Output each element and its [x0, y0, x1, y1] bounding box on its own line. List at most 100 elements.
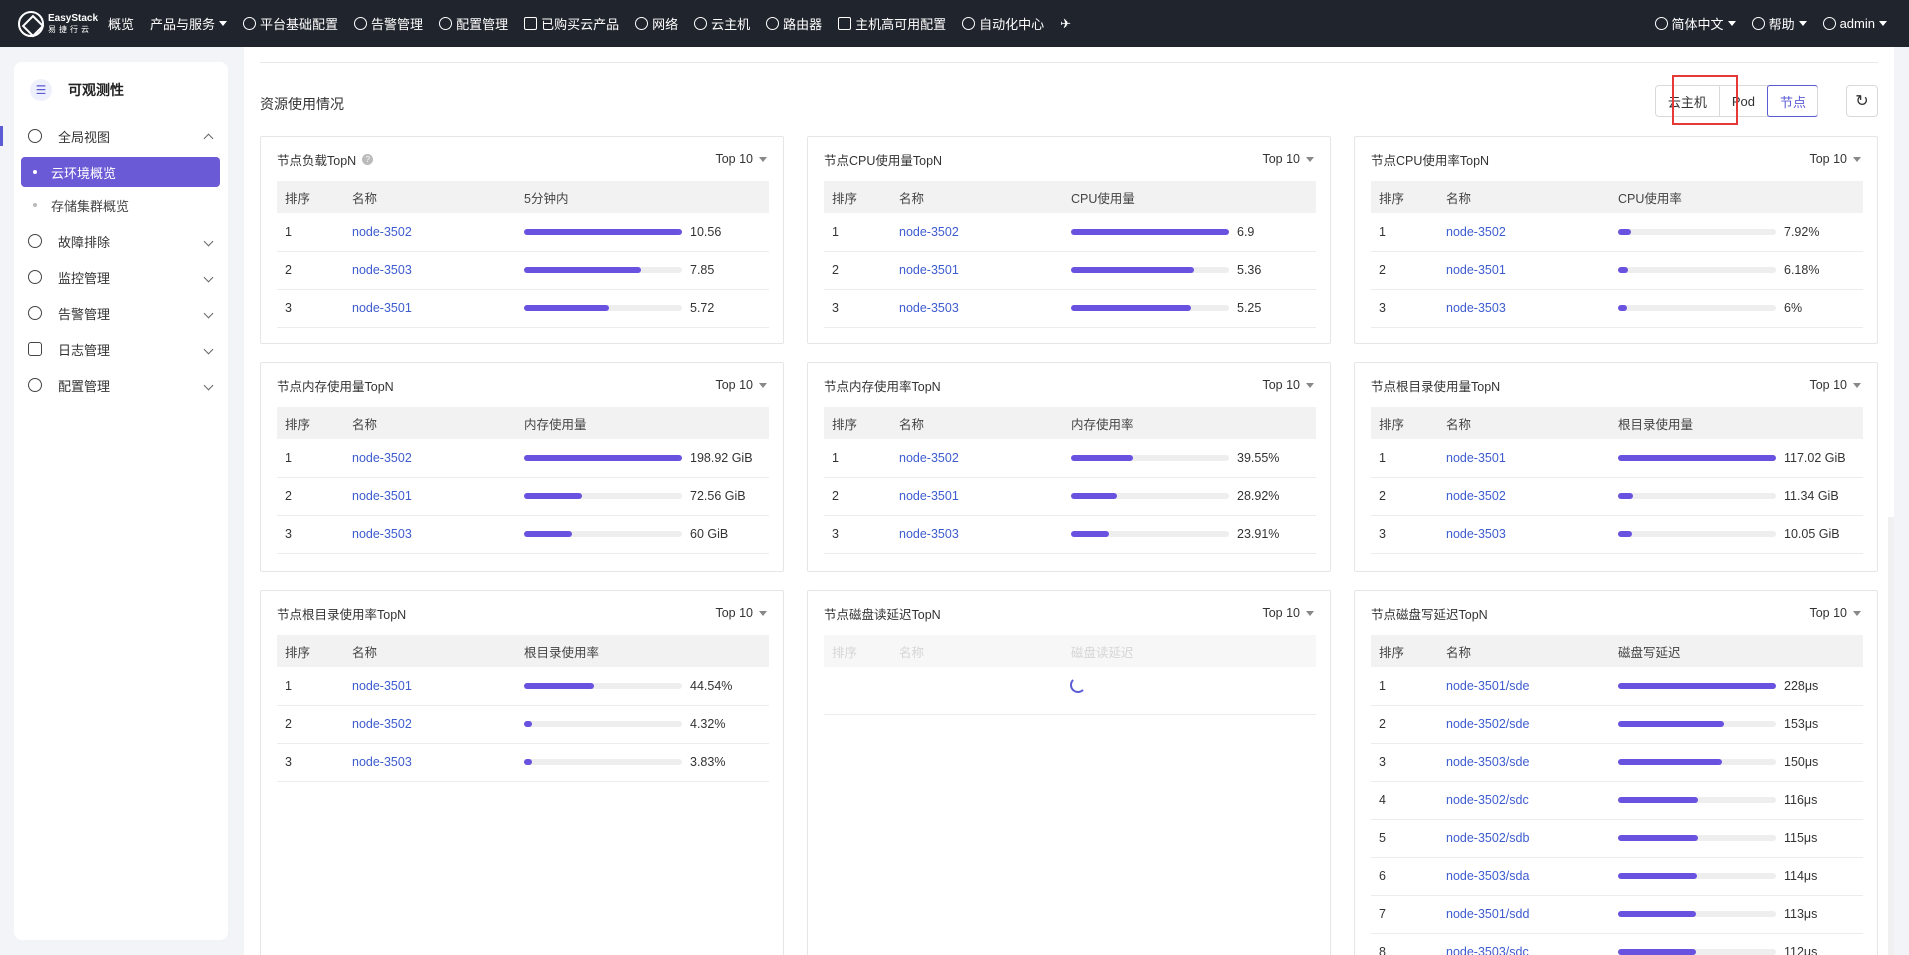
nav-item-0[interactable]: 概览 [100, 0, 142, 47]
gear-icon [243, 17, 257, 30]
node-link[interactable]: node-3503 [899, 289, 1071, 328]
easystack-logo[interactable]: EasyStack 易捷行云 [18, 10, 100, 37]
usage-bar-track [1618, 949, 1776, 955]
nav-item-8[interactable]: 路由器 [758, 0, 830, 47]
user-menu[interactable]: admin [1815, 16, 1895, 31]
sidebar-group-3[interactable]: 告警管理 [14, 295, 228, 331]
bullet-icon [33, 170, 37, 174]
nav-item-9[interactable]: 主机高可用配置 [830, 0, 954, 47]
top-n-select[interactable]: Top 10 [715, 152, 767, 166]
topn-table: 排序 名称 内存使用率 1 node-3502 39.55% 2 node-3501 28.92… [824, 407, 1316, 554]
sidebar-group-label: 故障排除 [58, 234, 111, 250]
node-link[interactable]: node-3502 [352, 213, 524, 252]
usage-bar-fill [1071, 267, 1195, 273]
table-row: 3 node-3503 3.83% [277, 743, 769, 782]
nav-item-2[interactable]: 平台基础配置 [235, 0, 346, 47]
node-link[interactable]: node-3501 [1446, 251, 1618, 290]
usage-cell: 112μs [1618, 933, 1863, 955]
sidebar-group-1[interactable]: 故障排除 [14, 223, 228, 259]
top-n-select[interactable]: Top 10 [715, 606, 767, 620]
node-link[interactable]: node-3501 [352, 477, 524, 516]
node-link[interactable]: node-3502 [1446, 477, 1618, 516]
node-link[interactable]: node-3502 [352, 439, 524, 478]
node-link[interactable]: node-3502/sdc [1446, 781, 1618, 820]
refresh-button[interactable]: ↻ [1846, 85, 1878, 117]
nav-item-10[interactable]: 自动化中心 [954, 0, 1052, 47]
node-link[interactable]: node-3503 [352, 743, 524, 782]
usage-bar: 10.56 [524, 225, 769, 239]
node-link[interactable]: node-3502 [899, 439, 1071, 478]
nav-item-5[interactable]: 已购买云产品 [516, 0, 627, 47]
usage-bar-fill [1071, 305, 1192, 311]
node-link[interactable]: node-3501 [1446, 439, 1618, 478]
nav-item-6[interactable]: 网络 [627, 0, 686, 47]
node-link[interactable]: node-3501 [899, 251, 1071, 290]
automation-icon [962, 17, 976, 30]
nav-item-4[interactable]: 配置管理 [431, 0, 516, 47]
table-header-row: 排序 名称 内存使用率 [824, 407, 1316, 439]
top-n-select[interactable]: Top 10 [1262, 152, 1314, 166]
node-link[interactable]: node-3501 [352, 289, 524, 328]
sidebar-group-0[interactable]: 全局视图 [0, 118, 228, 154]
usage-bar-fill [1618, 873, 1697, 879]
node-link[interactable]: node-3503 [1446, 289, 1618, 328]
node-link[interactable]: node-3503 [1446, 515, 1618, 554]
nav-label: 告警管理 [371, 17, 424, 32]
top-n-select[interactable]: Top 10 [1809, 152, 1861, 166]
node-link[interactable]: node-3503/sdc [1446, 933, 1618, 955]
node-link[interactable]: node-3502/sdb [1446, 819, 1618, 858]
sidebar-group-5[interactable]: 配置管理 [14, 367, 228, 403]
node-link[interactable]: node-3503/sda [1446, 857, 1618, 896]
table-row: 1 node-3501/sde 228μs [1371, 667, 1863, 706]
node-link[interactable]: node-3502 [899, 213, 1071, 252]
sidebar-item-0-0[interactable]: 云环境概览 [21, 157, 220, 187]
usage-bar-fill [1618, 721, 1725, 727]
card-title: 节点内存使用率TopN [824, 379, 941, 394]
top-n-select[interactable]: Top 10 [715, 378, 767, 392]
nav-item-1[interactable]: 产品与服务 [142, 0, 235, 47]
node-link[interactable]: node-3503/sde [1446, 743, 1618, 782]
usage-bar-fill [1618, 493, 1634, 499]
usage-value: 39.55% [1237, 450, 1280, 465]
top-navigation-bar: EasyStack 易捷行云 概览 产品与服务 平台基础配置 告警管理 配置管理 已购买云… [0, 0, 1909, 47]
column-header: 名称 [1446, 181, 1618, 213]
top-n-select[interactable]: Top 10 [1262, 606, 1314, 620]
usage-value: 228μs [1784, 678, 1819, 693]
help-menu[interactable]: 帮助 [1744, 14, 1815, 33]
top-n-select[interactable]: Top 10 [1809, 378, 1861, 392]
chevron-down-icon [759, 156, 767, 162]
node-link[interactable]: node-3501 [352, 667, 524, 706]
segment-2[interactable]: 节点 [1766, 85, 1818, 117]
column-header: 名称 [899, 181, 1071, 213]
node-link[interactable]: node-3501/sdd [1446, 895, 1618, 934]
node-link[interactable]: node-3503 [352, 251, 524, 290]
language-selector[interactable]: 简体中文 [1647, 14, 1744, 33]
sidebar-item-0-1[interactable]: 存储集群概览 [21, 190, 220, 220]
nav-item-7[interactable]: 云主机 [686, 0, 758, 47]
usage-bar: 23.91% [1071, 527, 1316, 541]
usage-cell: 6% [1618, 289, 1863, 328]
top-n-select[interactable]: Top 10 [1809, 606, 1861, 620]
usage-value: 28.92% [1237, 489, 1280, 503]
sidebar-group-label: 告警管理 [58, 306, 111, 322]
node-link[interactable]: node-3503 [899, 515, 1071, 554]
node-link[interactable]: node-3501 [899, 477, 1071, 516]
help-icon[interactable]: ? [362, 153, 374, 165]
sidebar-group-4[interactable]: 日志管理 [14, 331, 228, 367]
table-header-row: 排序 名称 磁盘读延迟 [824, 635, 1316, 667]
column-header: 排序 [824, 407, 899, 439]
node-link[interactable]: node-3502 [352, 705, 524, 744]
pin-icon[interactable]: ✈ [1052, 0, 1079, 47]
node-link[interactable]: node-3501/sde [1446, 667, 1618, 706]
topn-card: 节点根目录使用率TopN Top 10 排序 名称 根目录使用率 1 node-3501 44… [260, 590, 784, 955]
scrollbar[interactable] [1888, 517, 1894, 955]
node-link[interactable]: node-3503 [352, 515, 524, 554]
top-n-select[interactable]: Top 10 [1262, 378, 1314, 392]
sidebar-group-2[interactable]: 监控管理 [14, 259, 228, 295]
usage-cell: 11.34 GiB [1618, 477, 1863, 516]
table-row: 2 node-3502 11.34 GiB [1371, 477, 1863, 516]
card-title: 节点CPU使用量TopN [824, 153, 943, 168]
nav-item-3[interactable]: 告警管理 [346, 0, 431, 47]
node-link[interactable]: node-3502/sde [1446, 705, 1618, 744]
node-link[interactable]: node-3502 [1446, 213, 1618, 252]
